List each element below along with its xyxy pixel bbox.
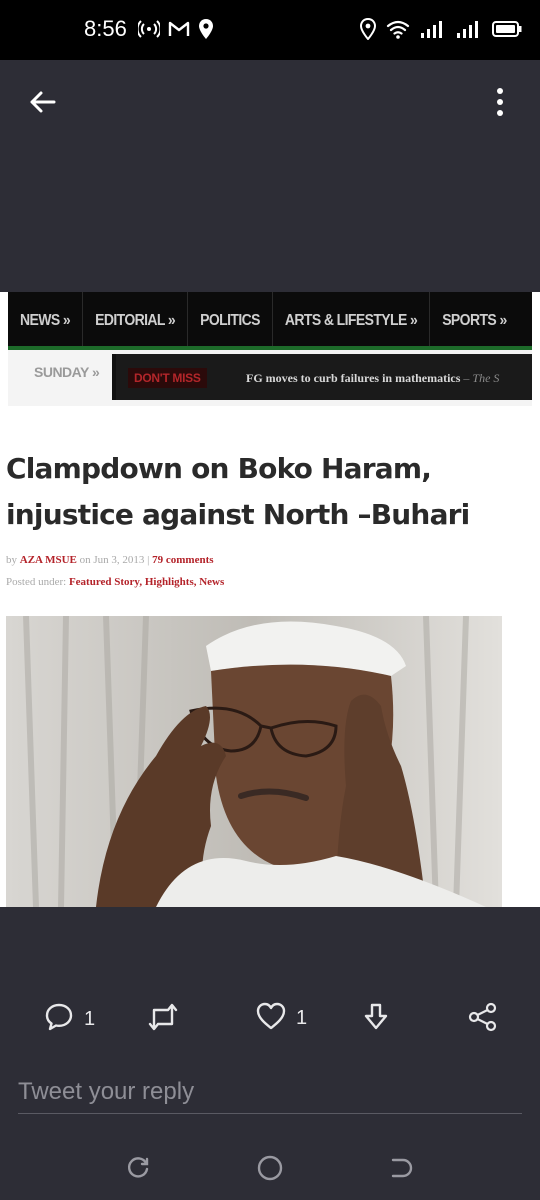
home-circle-icon	[256, 1154, 284, 1187]
wifi-icon	[386, 19, 410, 44]
dont-miss-badge: DON'T MISS	[128, 368, 207, 388]
more-vertical-icon	[496, 87, 504, 122]
share-icon	[468, 1002, 498, 1037]
hotspot-icon	[136, 19, 162, 44]
download-button[interactable]	[362, 1002, 390, 1037]
author-name: AZA MSUE	[19, 554, 77, 566]
ticker-text: FG moves to curb failures in mathematics…	[246, 371, 499, 386]
top-app-bar	[0, 60, 540, 144]
heart-icon	[256, 1002, 286, 1035]
recents-icon	[125, 1155, 151, 1186]
reply-button[interactable]: 1	[44, 1002, 95, 1037]
news-sub-bar: SUNDAY » DON'T MISS FG moves to curb fai…	[8, 350, 532, 406]
signal-icon	[420, 19, 446, 44]
posted-prefix: Posted under:	[6, 576, 67, 588]
back-nav-button[interactable]	[384, 1152, 420, 1188]
news-ticker: DON'T MISS FG moves to curb failures in …	[112, 354, 532, 400]
retweet-icon	[146, 1002, 180, 1037]
gmail-icon	[168, 20, 190, 43]
comment-icon	[44, 1002, 74, 1037]
categories: Featured Story, Highlights, News	[68, 576, 225, 588]
signal-icon	[456, 19, 482, 44]
comment-count: 79 comments	[152, 554, 214, 566]
like-button[interactable]: 1	[256, 1002, 307, 1035]
download-icon	[362, 1002, 390, 1037]
news-nav-item: SPORTS »	[442, 309, 507, 329]
back-button[interactable]	[24, 86, 60, 122]
retweet-button[interactable]	[146, 1002, 190, 1037]
location-icon	[198, 18, 214, 45]
system-nav-bar	[0, 1140, 540, 1200]
article-headline: Clampdown on Boko Haram, injustice again…	[6, 446, 526, 538]
status-time: 8:56	[84, 16, 127, 41]
home-button[interactable]	[252, 1152, 288, 1188]
tweet-media-image[interactable]: NEWS » EDITORIAL » POLITICS ARTS & LIFES…	[0, 292, 540, 907]
status-right-icons	[359, 17, 522, 45]
more-options-button[interactable]	[482, 86, 518, 122]
news-nav-item: POLITICS	[188, 292, 273, 351]
article-byline: by AZA MSUE on Jun 3, 2013 | 79 comments	[6, 554, 214, 566]
byline-prefix: by	[6, 554, 17, 566]
news-nav-item: ARTS & LIFESTYLE »	[273, 292, 431, 351]
reply-input[interactable]	[18, 1070, 522, 1114]
arrow-left-icon	[28, 90, 56, 119]
ticker-source: – The S	[463, 371, 500, 385]
location-icon	[359, 17, 377, 45]
back-nav-icon	[389, 1155, 415, 1186]
reply-count: 1	[84, 1008, 96, 1030]
ticker-headline: FG moves to curb failures in mathematics	[246, 371, 461, 385]
news-nav-item: NEWS »	[8, 292, 84, 351]
headline-line-1: Clampdown on Boko Haram,	[6, 452, 432, 485]
sunday-label: SUNDAY »	[34, 364, 100, 380]
article-date: on Jun 3, 2013 |	[79, 554, 150, 566]
posted-under: Posted under: Featured Story, Highlights…	[6, 576, 224, 588]
article-photo	[6, 616, 502, 907]
news-nav-item: EDITORIAL »	[83, 292, 189, 351]
tweet-action-bar: 1 1	[0, 998, 540, 1040]
share-button[interactable]	[468, 1002, 498, 1037]
recents-button[interactable]	[120, 1152, 156, 1188]
battery-icon	[492, 20, 522, 43]
like-count: 1	[296, 1007, 308, 1029]
headline-line-2: injustice against North –Buhari	[6, 498, 470, 531]
news-nav-bar: NEWS » EDITORIAL » POLITICS ARTS & LIFES…	[8, 292, 532, 351]
status-bar: 8:56	[0, 0, 540, 60]
status-left-icons	[136, 18, 214, 45]
